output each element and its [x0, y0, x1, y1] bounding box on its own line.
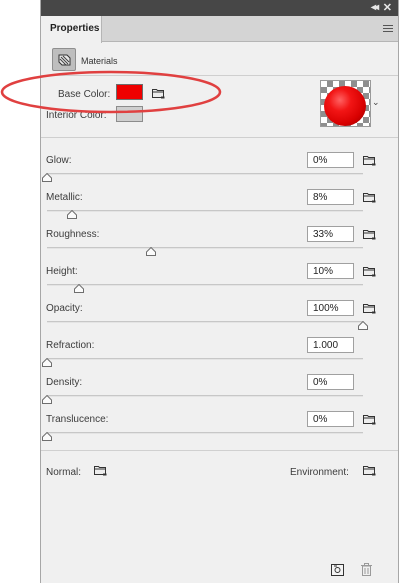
close-icon[interactable]: ✕ [383, 1, 392, 14]
property-value-input[interactable]: 10% [307, 263, 354, 279]
slider-track[interactable] [47, 247, 363, 249]
color-section: Base Color: Interior Color: ⌄ [41, 77, 398, 138]
property-row: Metallic: 8% [41, 189, 398, 226]
slider-thumb[interactable] [42, 431, 52, 441]
property-row: Refraction: 1.000 [41, 337, 398, 374]
panel-titlebar: ◂◂ ✕ [41, 0, 398, 16]
property-value-input[interactable]: 0% [307, 374, 354, 390]
material-preview[interactable] [320, 80, 371, 127]
environment-folder-icon[interactable] [363, 465, 376, 479]
trash-icon[interactable] [361, 563, 372, 579]
interior-color-swatch[interactable] [116, 106, 143, 122]
base-color-swatch[interactable] [116, 84, 143, 100]
slider-track[interactable] [47, 173, 363, 175]
folder-icon[interactable] [363, 303, 376, 317]
slider-thumb[interactable] [42, 172, 52, 182]
property-row: Roughness: 33% [41, 226, 398, 263]
slider-thumb[interactable] [67, 209, 78, 219]
slider-track[interactable] [47, 395, 363, 397]
panel-menu-icon[interactable] [383, 25, 393, 33]
property-label: Refraction: [46, 340, 95, 351]
property-value-input[interactable]: 0% [307, 411, 354, 427]
slider-track[interactable] [47, 284, 363, 286]
environment-label: Environment: [290, 467, 349, 478]
property-row: Glow: 0% [41, 152, 398, 189]
chevron-down-icon[interactable]: ⌄ [372, 97, 380, 108]
property-value-input[interactable]: 8% [307, 189, 354, 205]
slider-thumb[interactable] [73, 283, 84, 293]
folder-icon[interactable] [363, 229, 376, 243]
tab-bar: Properties [41, 16, 398, 43]
slider-thumb[interactable] [358, 320, 368, 330]
property-label: Opacity: [46, 303, 83, 314]
slider-thumb[interactable] [42, 394, 52, 404]
material-preview-sphere [324, 86, 366, 126]
panel-bottom-bar [41, 556, 398, 583]
folder-icon[interactable] [363, 192, 376, 206]
property-row: Height: 10% [41, 263, 398, 300]
property-label: Metallic: [46, 192, 83, 203]
property-value-input[interactable]: 0% [307, 152, 354, 168]
folder-icon[interactable] [363, 266, 376, 280]
property-value-input[interactable]: 1.000 [307, 337, 354, 353]
property-label: Translucence: [46, 414, 109, 425]
slider-track[interactable] [47, 321, 363, 323]
property-value-input[interactable]: 33% [307, 226, 354, 242]
property-label: Height: [46, 266, 78, 277]
slider-thumb[interactable] [42, 357, 52, 367]
normal-folder-icon[interactable] [94, 465, 107, 479]
slider-track[interactable] [47, 358, 363, 360]
properties-panel: ◂◂ ✕ Properties Materials Base Color: In… [40, 0, 399, 583]
materials-label: Materials [81, 56, 118, 66]
materials-header: Materials [41, 43, 398, 76]
base-color-label: Base Color: [58, 89, 111, 100]
property-row: Density: 0% [41, 374, 398, 411]
normal-label: Normal: [46, 467, 82, 478]
property-row: Translucence: 0% [41, 411, 398, 448]
property-label: Roughness: [46, 229, 100, 240]
slider-thumb[interactable] [146, 246, 157, 256]
materials-icon[interactable] [52, 48, 76, 71]
collapse-icon[interactable]: ◂◂ [371, 2, 379, 13]
slider-track[interactable] [47, 210, 363, 212]
slider-track[interactable] [47, 432, 363, 434]
reset-icon[interactable] [331, 564, 344, 579]
property-value-input[interactable]: 100% [307, 300, 354, 316]
tab-properties[interactable]: Properties [41, 16, 102, 43]
interior-color-label: Interior Color: [46, 110, 107, 121]
folder-icon[interactable] [363, 155, 376, 169]
property-row: Opacity: 100% [41, 300, 398, 337]
divider [41, 450, 398, 451]
property-label: Density: [46, 377, 83, 388]
property-label: Glow: [46, 155, 72, 166]
folder-icon[interactable] [363, 414, 376, 428]
base-color-folder-icon[interactable] [152, 88, 165, 102]
